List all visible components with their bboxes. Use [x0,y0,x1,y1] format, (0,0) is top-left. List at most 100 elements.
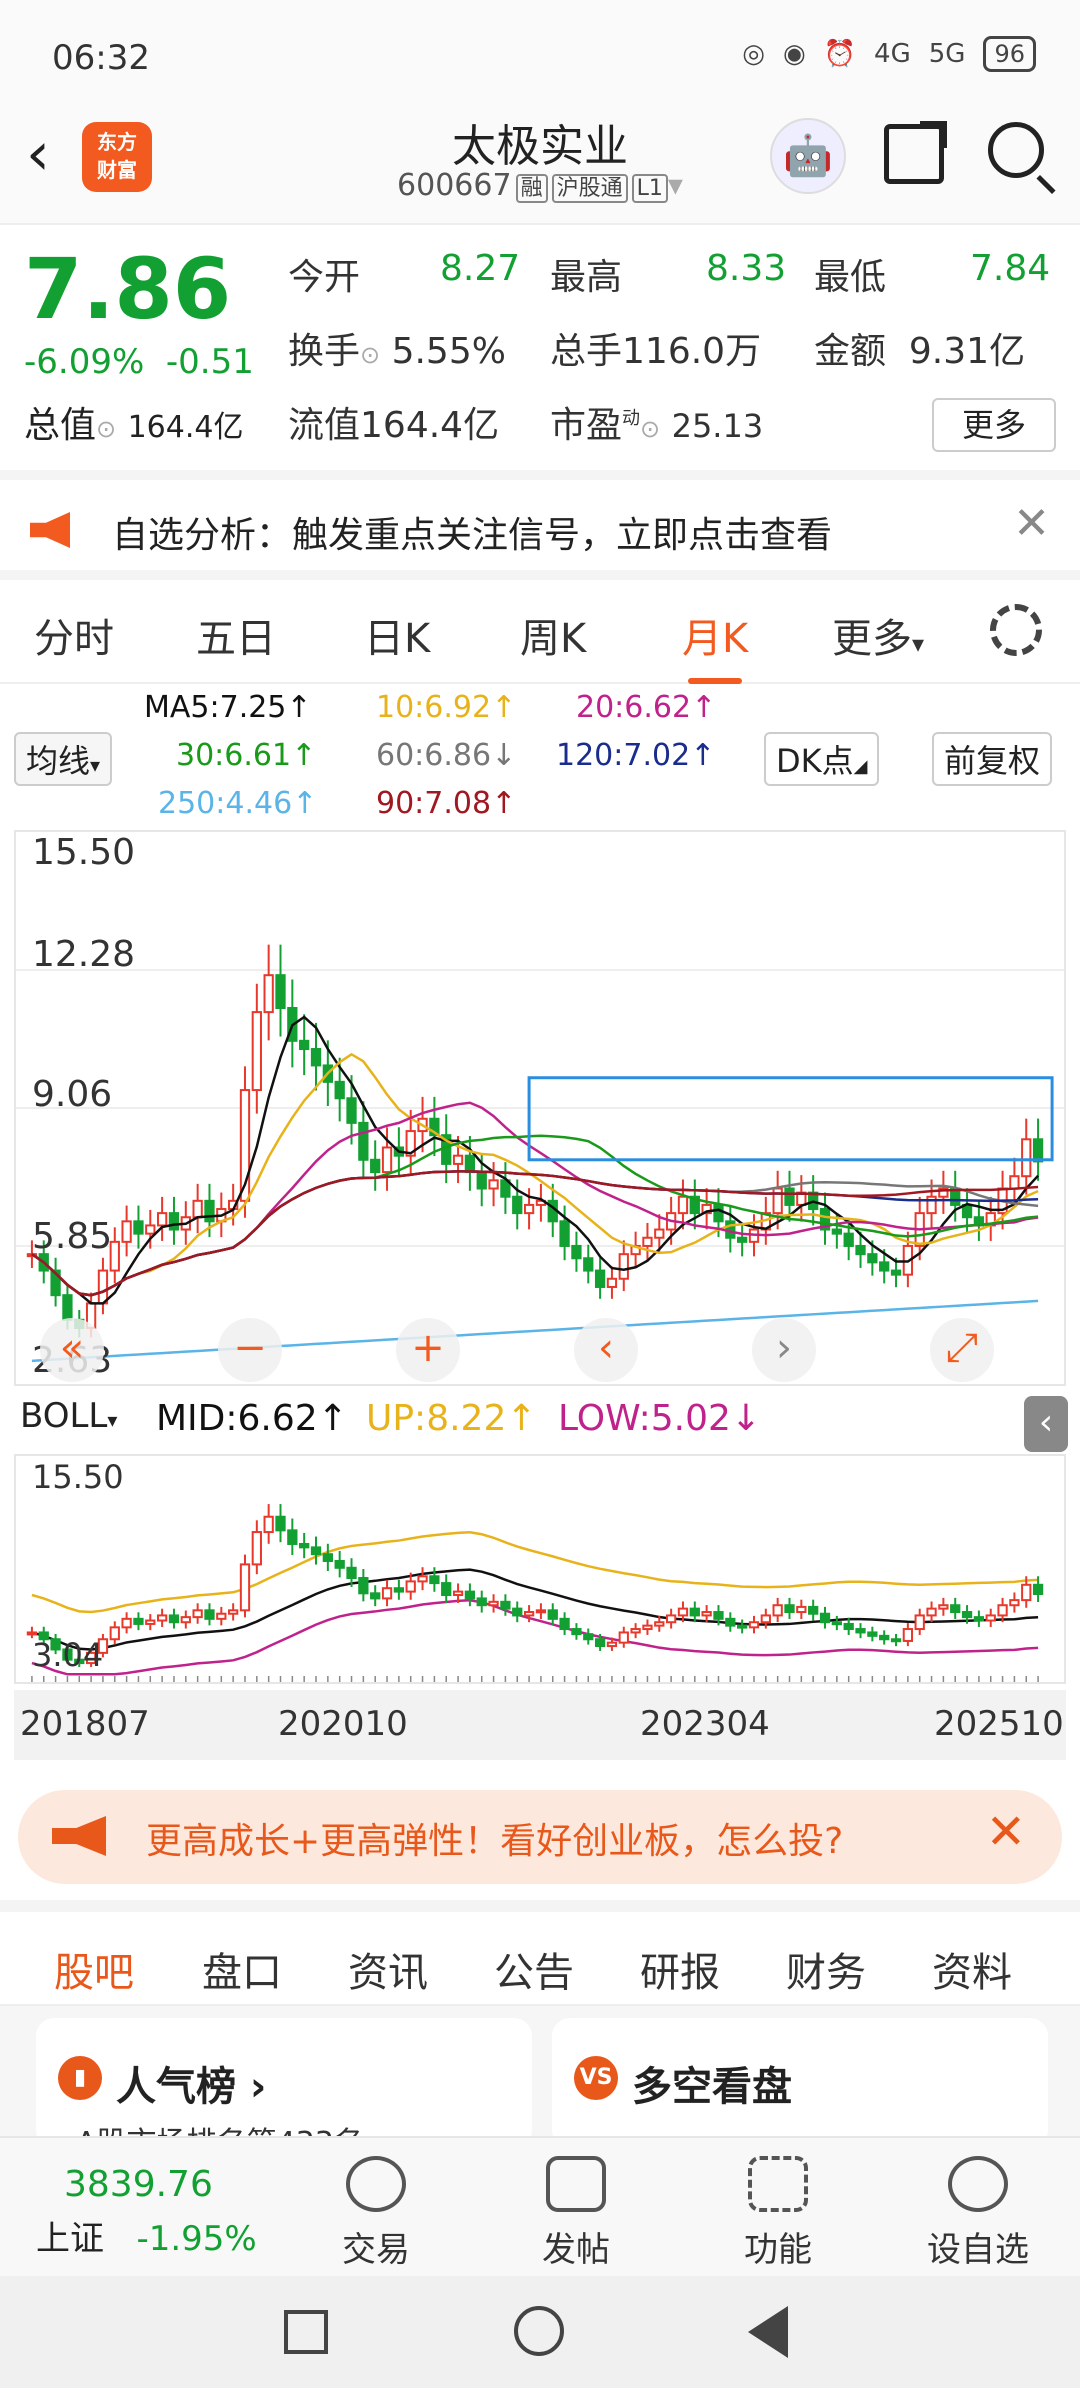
tab-finance[interactable]: 财务 [786,1940,866,1998]
dk-points-button[interactable]: DK点◢ [764,732,880,786]
float-cap: 流值164.4亿 [288,405,500,446]
turnover[interactable]: 换手⊙ 5.55% [288,322,506,374]
promo-banner[interactable]: 更高成长+更高弹性！看好创业板，怎么投? ✕ [18,1790,1062,1884]
candle [618,1253,629,1280]
kline-chart[interactable]: 15.50 12.28 9.06 5.85 2.63 [14,830,1066,1386]
indicator-select[interactable]: 均线▾ [14,732,113,786]
boll-y-max: 15.50 [32,1458,124,1496]
add-watchlist-button[interactable]: 设自选 [908,2156,1048,2271]
speaker-icon [30,512,70,548]
boll-candle [677,1607,689,1617]
scroll-left-fast-icon[interactable]: « [40,1318,104,1382]
boll-candle [251,1531,262,1566]
adjust-button[interactable]: 前复权 [932,732,1053,786]
function-button[interactable]: 功能 [708,2156,848,2271]
boll-candle [168,1614,180,1624]
popularity-card[interactable]: ▮ 人气榜 › A股市场排名第433名 [36,2018,532,2161]
candle [334,1080,345,1100]
date-label: 202304 [640,1704,770,1744]
boll-up: UP:8.22↑ [366,1398,537,1439]
grid-icon [748,2156,808,2212]
close-icon[interactable]: ✕ [1013,498,1050,549]
more-button[interactable]: 更多 [932,398,1056,452]
search-icon[interactable] [988,122,1044,178]
ai-assistant-icon[interactable]: 🤖 [770,118,846,194]
boll-candle [358,1576,369,1595]
zoom-out-icon[interactable]: − [218,1318,282,1382]
collapse-panel-icon[interactable]: ‹ [1024,1396,1068,1452]
candle [855,1244,866,1256]
boll-candle [997,1604,1008,1617]
scroll-right-icon[interactable]: › [752,1318,816,1382]
tab-intraday[interactable]: 分时 [34,606,114,664]
index-widget[interactable]: 3839.76 上证 -1.95% [36,2164,296,2260]
tab-announcements[interactable]: 公告 [494,1940,574,1998]
nfc-icon: ◎ [742,39,765,69]
period-tabs: 分时 五日 日K 周K 月K 更多▾ [0,580,1080,684]
boll-candle [784,1604,795,1614]
market-cap[interactable]: 总值⊙ 164.4亿 [24,396,243,448]
zoom-in-icon[interactable]: + [396,1318,460,1382]
boll-candle [1032,1583,1044,1595]
candle [713,1203,724,1223]
trade-icon [346,2156,406,2212]
boll-candle [559,1617,570,1631]
boll-chart[interactable]: 15.50 3.04 [14,1454,1066,1684]
signal-5g-icon: 5G [928,39,966,69]
tab-news[interactable]: 资讯 [348,1940,428,1998]
candle [559,1220,570,1247]
share-icon[interactable] [884,121,947,184]
bull-bear-card[interactable]: VS 多空看盘 [552,2018,1048,2148]
tag-level1[interactable]: L1 [631,174,668,203]
amount: 金额 9.31亿 [814,331,1026,372]
boll-low: LOW:5.02↓ [558,1398,762,1439]
boll-candle [441,1582,452,1597]
boll-candle [760,1614,771,1624]
tab-profile[interactable]: 资料 [932,1940,1012,1998]
boll-candle [512,1607,523,1617]
gear-icon[interactable] [990,604,1042,656]
tab-weekly-k[interactable]: 周K [520,606,586,664]
boll-candle [204,1609,215,1620]
fullscreen-icon[interactable]: ⤢ [930,1318,994,1382]
open-value: 8.27 [440,248,521,289]
boll-candle [180,1616,191,1624]
back-nav-icon[interactable] [748,2306,788,2358]
close-icon[interactable]: ✕ [986,1804,1026,1860]
recent-apps-icon[interactable] [284,2310,328,2354]
boll-candle [500,1600,511,1610]
pe-ratio[interactable]: 市盈动⊙ 25.13 [550,396,763,448]
trade-button[interactable]: 交易 [306,2156,446,2271]
tab-orderbook[interactable]: 盘口 [202,1940,282,1998]
tab-more[interactable]: 更多▾ [832,606,924,664]
boll-candle [819,1612,831,1624]
candle [192,1199,203,1219]
boll-candle [464,1590,476,1600]
ma120-label: 120:7.02↑ [556,738,716,773]
tab-forum[interactable]: 股吧 [54,1940,134,2018]
tab-research[interactable]: 研报 [640,1940,720,1998]
boll-candle [547,1609,558,1620]
candle [1032,1138,1044,1163]
candle [310,1048,322,1067]
boll-candle [938,1604,949,1610]
index-value: 3839.76 [64,2164,213,2205]
home-icon[interactable] [514,2306,564,2356]
analysis-alert[interactable]: 自选分析：触发重点关注信号，立即点击查看 ✕ [0,470,1080,580]
boll-select[interactable]: BOLL▾ [14,1396,124,1436]
feature-cards: ▮ 人气榜 › A股市场排名第433名 VS 多空看盘 [0,2006,1080,2161]
boll-candle [523,1611,535,1617]
post-button[interactable]: 发帖 [506,2156,646,2271]
scroll-left-icon[interactable]: ‹ [574,1318,638,1382]
ma250-line [31,1299,1039,1363]
y-tick-label: 5.85 [32,1216,113,1257]
chevron-down-icon[interactable]: ▾ [668,168,683,203]
boll-y-min: 3.04 [32,1636,104,1674]
candle [594,1269,606,1288]
tab-five-day[interactable]: 五日 [196,606,276,664]
y-tick-label: 15.50 [32,832,136,873]
boll-mid: MID:6.62↑ [156,1398,348,1439]
tab-monthly-k[interactable]: 月K [682,606,748,684]
boll-candle [902,1628,914,1642]
tab-daily-k[interactable]: 日K [364,606,430,664]
